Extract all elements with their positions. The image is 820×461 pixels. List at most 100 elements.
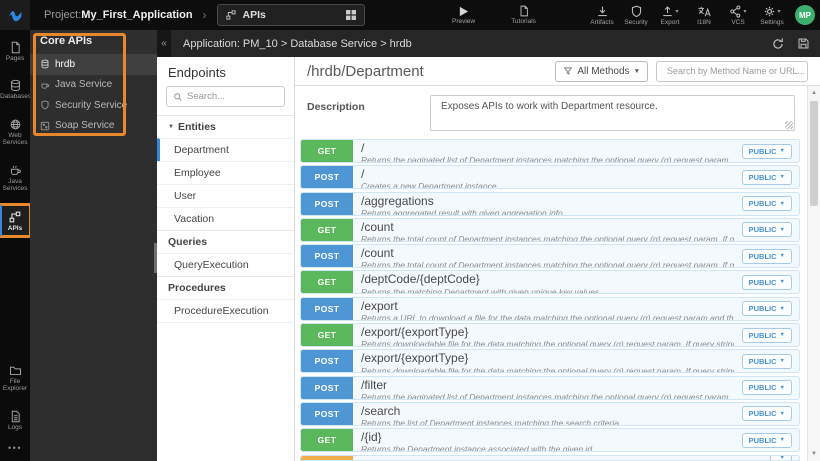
core-panel-scrollbar-thumb[interactable] bbox=[154, 243, 157, 273]
endpoint-row[interactable]: POST /search Returns the list of Departm… bbox=[300, 401, 800, 426]
security-button[interactable]: Security bbox=[619, 0, 653, 30]
endpoint-row[interactable]: POST /export/{exportType} Returns downlo… bbox=[300, 349, 800, 374]
endpoint-row[interactable]: ▼ bbox=[300, 454, 800, 461]
access-dropdown[interactable]: PUBLIC ▼ bbox=[741, 432, 792, 448]
endpoint-row[interactable]: GET /{id} Returns the Department instanc… bbox=[300, 428, 800, 453]
sidebar-item-pages[interactable]: Pages bbox=[0, 36, 30, 66]
refresh-button[interactable] bbox=[771, 37, 785, 51]
entity-item-user[interactable]: User bbox=[157, 184, 294, 207]
access-dropdown[interactable]: PUBLIC ▼ bbox=[741, 406, 792, 422]
sidebar-item-databases[interactable]: Databases bbox=[0, 74, 31, 104]
endpoint-description: Returns aggregated result with given agg… bbox=[361, 207, 563, 215]
methods-filter-dropdown[interactable]: All Methods ▼ bbox=[555, 60, 648, 82]
description-input[interactable]: Exposes APIs to work with Department res… bbox=[430, 95, 795, 131]
access-dropdown[interactable]: PUBLIC ▼ bbox=[741, 274, 792, 290]
endpoint-row[interactable]: POST /count Returns the total count of D… bbox=[300, 244, 800, 269]
tutorials-button[interactable]: Tutorials bbox=[507, 0, 541, 30]
grid-icon[interactable] bbox=[345, 9, 357, 21]
method-badge: POST bbox=[301, 192, 353, 215]
user-avatar[interactable]: MP bbox=[795, 5, 815, 25]
endpoint-row[interactable]: GET /export/{exportType} Returns downloa… bbox=[300, 323, 800, 348]
scroll-down-arrow[interactable]: ▼ bbox=[808, 449, 820, 459]
save-button[interactable] bbox=[797, 37, 810, 50]
endpoint-row[interactable]: POST /filter Returns the paginated list … bbox=[300, 375, 800, 400]
endpoint-row[interactable]: GET /count Returns the total count of De… bbox=[300, 217, 800, 242]
core-api-item-soap-service[interactable]: Soap Service bbox=[30, 116, 157, 137]
endpoint-row[interactable]: POST / Creates a new Department instance… bbox=[300, 165, 800, 190]
sidebar-item-apis[interactable]: APIs bbox=[0, 202, 32, 239]
project-name: My_First_Application bbox=[81, 9, 193, 21]
vertical-scrollbar[interactable]: ▲ ▼ bbox=[807, 86, 820, 461]
project-selector[interactable]: Project:My_First_Application bbox=[44, 9, 193, 21]
export-button[interactable]: ▾ Export bbox=[653, 0, 687, 30]
refresh-icon bbox=[773, 37, 783, 49]
translate-icon bbox=[698, 6, 711, 16]
core-api-item-security-service[interactable]: Security Service bbox=[30, 95, 157, 116]
procedure-item-procedureexecution[interactable]: ProcedureExecution bbox=[157, 299, 294, 322]
endpoint-row[interactable]: GET / Returns the paginated list of Depa… bbox=[300, 139, 800, 163]
search-icon bbox=[174, 92, 182, 101]
preview-button[interactable]: Preview bbox=[447, 0, 481, 30]
sidebar-item-java-services[interactable]: Java Services bbox=[0, 159, 30, 197]
endpoint-row[interactable]: POST /export Returns a URL to download a… bbox=[300, 296, 800, 321]
access-dropdown[interactable]: PUBLIC ▼ bbox=[741, 196, 792, 212]
access-dropdown[interactable]: PUBLIC ▼ bbox=[741, 327, 792, 343]
section-entities[interactable]: ▼ Entities bbox=[157, 115, 294, 138]
endpoint-path: /deptCode/{deptCode} bbox=[361, 272, 480, 287]
access-dropdown[interactable]: PUBLIC ▼ bbox=[741, 380, 792, 396]
core-api-item-hrdb[interactable]: hrdb bbox=[30, 54, 157, 75]
description-value: Exposes APIs to work with Department res… bbox=[441, 101, 658, 112]
more-options-button[interactable]: ••• bbox=[0, 435, 30, 461]
access-dropdown[interactable]: PUBLIC ▼ bbox=[741, 169, 792, 185]
access-dropdown-label: PUBLIC bbox=[748, 330, 777, 340]
endpoint-description: Returns the matching Department with giv… bbox=[361, 286, 602, 294]
access-dropdown-label: PUBLIC bbox=[748, 199, 777, 209]
scrollbar-thumb[interactable] bbox=[810, 101, 818, 206]
section-queries[interactable]: Queries bbox=[157, 230, 294, 253]
vcs-button[interactable]: ▾ VCS bbox=[721, 0, 755, 30]
caret-down-icon: ▼ bbox=[779, 454, 785, 461]
access-dropdown[interactable]: ▼ bbox=[769, 454, 792, 461]
description-label: Description bbox=[307, 101, 365, 113]
section-procedures[interactable]: Procedures bbox=[157, 276, 294, 299]
method-badge: POST bbox=[301, 402, 353, 425]
access-dropdown[interactable]: PUBLIC ▼ bbox=[741, 222, 792, 238]
endpoint-description: Returns the total count of Department in… bbox=[361, 234, 734, 241]
funnel-icon bbox=[564, 67, 573, 75]
access-dropdown[interactable]: PUBLIC ▼ bbox=[741, 143, 792, 159]
caret-down-icon: ▼ bbox=[633, 67, 640, 75]
endpoints-search-input[interactable]: Search... bbox=[166, 86, 285, 107]
collapse-panel-button[interactable]: « bbox=[157, 30, 171, 57]
resize-grip[interactable] bbox=[785, 121, 793, 129]
wavemaker-logo[interactable] bbox=[0, 0, 30, 30]
save-icon bbox=[798, 38, 809, 49]
play-icon bbox=[459, 6, 469, 16]
core-api-item-java-service[interactable]: Java Service bbox=[30, 75, 157, 96]
endpoint-path: / bbox=[361, 141, 365, 155]
i18n-button[interactable]: I18N bbox=[687, 0, 721, 30]
access-dropdown[interactable]: PUBLIC ▼ bbox=[741, 301, 792, 317]
access-dropdown[interactable]: PUBLIC ▼ bbox=[741, 353, 792, 369]
detail-scroll-area: Description Exposes APIs to work with De… bbox=[295, 86, 807, 461]
entity-item-department[interactable]: Department bbox=[157, 138, 294, 161]
endpoint-info: /export Returns a URL to download a file… bbox=[353, 298, 742, 320]
endpoint-row[interactable]: POST /aggregations Returns aggregated re… bbox=[300, 191, 800, 216]
method-search-input[interactable]: Search by Method Name or URL... bbox=[656, 60, 808, 82]
sidebar-item-file-explorer[interactable]: File Explorer bbox=[0, 359, 30, 397]
tab-apis[interactable]: APIs bbox=[216, 4, 365, 26]
artifacts-button[interactable]: Artifacts bbox=[585, 0, 619, 30]
entity-item-vacation[interactable]: Vacation bbox=[157, 207, 294, 230]
access-dropdown-label: PUBLIC bbox=[748, 435, 777, 445]
settings-button[interactable]: ▾ Settings bbox=[755, 0, 789, 30]
scroll-up-arrow[interactable]: ▲ bbox=[808, 88, 820, 98]
endpoint-row[interactable]: GET /deptCode/{deptCode} Returns the mat… bbox=[300, 270, 800, 295]
entity-item-employee[interactable]: Employee bbox=[157, 161, 294, 184]
endpoints-panel: Endpoints Search... ▼ Entities Departmen… bbox=[157, 57, 295, 461]
sidebar-item-web-services[interactable]: Web Services bbox=[0, 113, 30, 151]
endpoint-description: Returns the total count of Department in… bbox=[361, 260, 734, 268]
sidebar-item-logs[interactable]: Logs bbox=[0, 405, 30, 435]
access-dropdown-label: PUBLIC bbox=[748, 172, 777, 182]
access-dropdown[interactable]: PUBLIC ▼ bbox=[741, 248, 792, 264]
query-item-queryexecution[interactable]: QueryExecution bbox=[157, 253, 294, 276]
endpoint-description: Returns the list of Department instances… bbox=[361, 418, 622, 425]
